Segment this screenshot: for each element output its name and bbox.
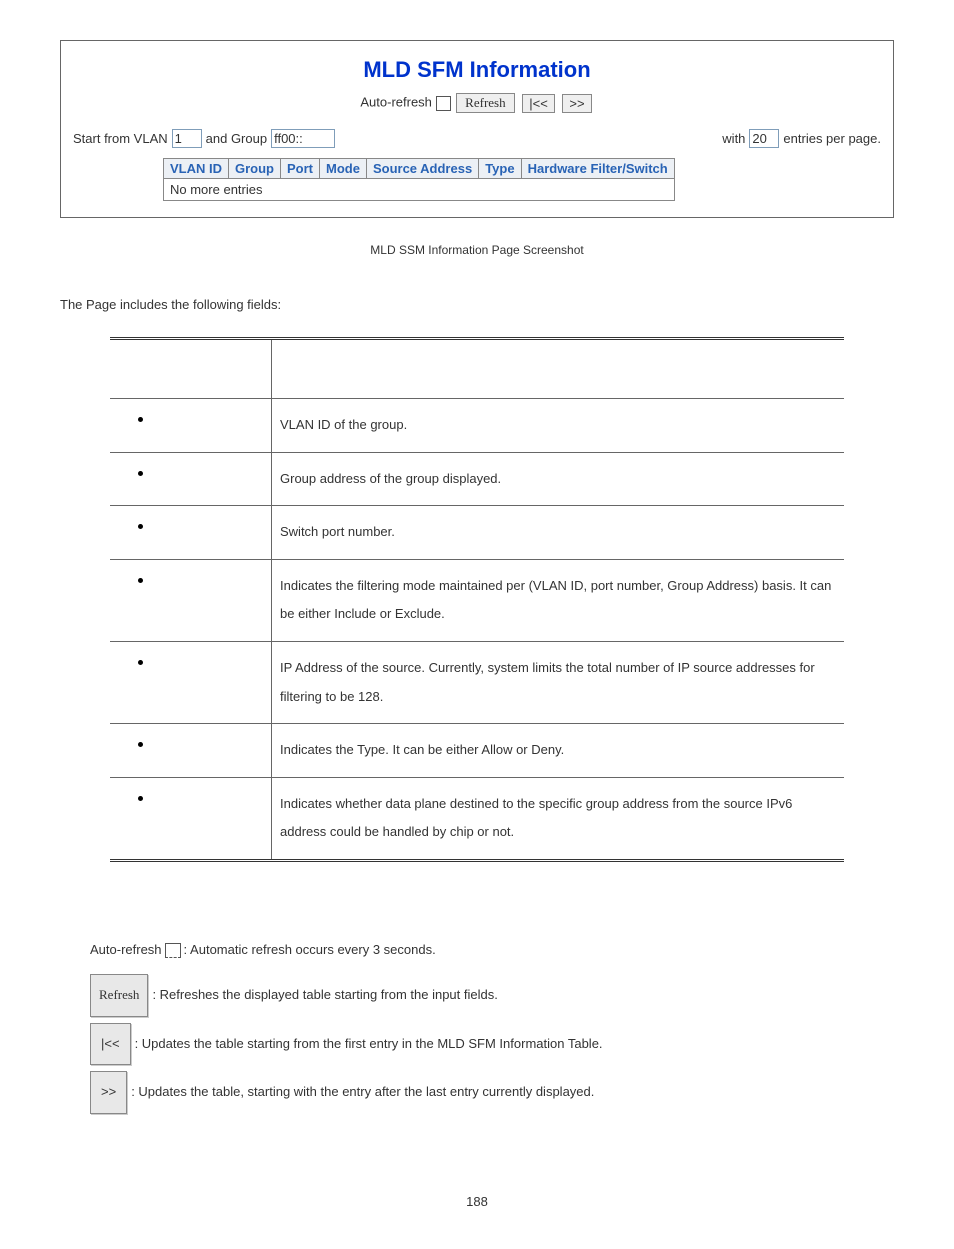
with-label: with: [722, 131, 745, 146]
buttons-section: Auto-refresh : Automatic refresh occurs …: [90, 932, 864, 1114]
bullet-icon: [138, 578, 143, 583]
filter-row: Start from VLAN 1 and Group ff00:: with …: [73, 129, 881, 148]
first-button-icon: |<<: [90, 1023, 131, 1065]
bullet-icon: [138, 417, 143, 422]
col-group: Group: [229, 159, 281, 179]
screenshot-panel: MLD SFM Information Auto-refresh Refresh…: [60, 40, 894, 218]
col-mode: Mode: [320, 159, 367, 179]
fields-table: VLAN ID of the group. Group address of t…: [110, 337, 844, 862]
bullet-icon: [138, 796, 143, 801]
col-hw: Hardware Filter/Switch: [521, 159, 674, 179]
field-desc: Indicates the Type. It can be either All…: [272, 724, 844, 778]
col-type: Type: [479, 159, 521, 179]
no-entries-row: No more entries: [164, 179, 675, 201]
table-header-row: VLAN ID Group Port Mode Source Address T…: [164, 159, 675, 179]
field-row: Switch port number.: [110, 506, 844, 560]
col-vlanid: VLAN ID: [164, 159, 229, 179]
field-row: Indicates the filtering mode maintained …: [110, 559, 844, 641]
refresh-button-icon: Refresh: [90, 974, 148, 1016]
first-desc: : Updates the table starting from the fi…: [135, 1026, 603, 1062]
col-port: Port: [281, 159, 320, 179]
field-row: Group address of the group displayed.: [110, 452, 844, 506]
bullet-icon: [138, 524, 143, 529]
no-entries-cell: No more entries: [164, 179, 675, 201]
col-source: Source Address: [366, 159, 478, 179]
perpage-input[interactable]: 20: [749, 129, 779, 148]
refresh-desc: : Refreshes the displayed table starting…: [152, 977, 497, 1013]
field-desc: Indicates whether data plane destined to…: [272, 777, 844, 860]
group-input[interactable]: ff00::: [271, 129, 335, 148]
fields-header-row: [110, 339, 844, 399]
vlan-input[interactable]: 1: [172, 129, 202, 148]
checkbox-icon: [165, 943, 181, 958]
field-row: Indicates whether data plane destined to…: [110, 777, 844, 860]
field-desc: Group address of the group displayed.: [272, 452, 844, 506]
next-page-button[interactable]: >>: [562, 94, 591, 113]
auto-refresh-checkbox[interactable]: [436, 96, 451, 111]
perpage-label: entries per page.: [783, 131, 881, 146]
field-desc: VLAN ID of the group.: [272, 399, 844, 453]
fields-intro: The Page includes the following fields:: [60, 297, 894, 312]
next-desc: : Updates the table, starting with the e…: [131, 1074, 594, 1110]
auto-refresh-prefix: Auto-refresh: [90, 932, 162, 968]
screenshot-caption: MLD SSM Information Page Screenshot: [60, 243, 894, 257]
field-desc: Switch port number.: [272, 506, 844, 560]
field-row: VLAN ID of the group.: [110, 399, 844, 453]
bullet-icon: [138, 742, 143, 747]
field-desc: Indicates the filtering mode maintained …: [272, 559, 844, 641]
field-row: Indicates the Type. It can be either All…: [110, 724, 844, 778]
field-desc: IP Address of the source. Currently, sys…: [272, 641, 844, 723]
group-label: and Group: [206, 131, 267, 146]
page-number: 188: [60, 1194, 894, 1209]
bullet-icon: [138, 660, 143, 665]
next-button-icon: >>: [90, 1071, 127, 1113]
start-vlan-label: Start from VLAN: [73, 131, 168, 146]
first-page-button[interactable]: |<<: [522, 94, 555, 113]
bullet-icon: [138, 471, 143, 476]
controls-row: Auto-refresh Refresh |<< >>: [73, 93, 881, 113]
sfm-table: VLAN ID Group Port Mode Source Address T…: [163, 158, 675, 201]
auto-refresh-label: Auto-refresh: [360, 94, 432, 109]
auto-refresh-desc: : Automatic refresh occurs every 3 secon…: [184, 932, 436, 968]
page-title: MLD SFM Information: [73, 57, 881, 83]
refresh-button[interactable]: Refresh: [456, 93, 514, 113]
field-row: IP Address of the source. Currently, sys…: [110, 641, 844, 723]
